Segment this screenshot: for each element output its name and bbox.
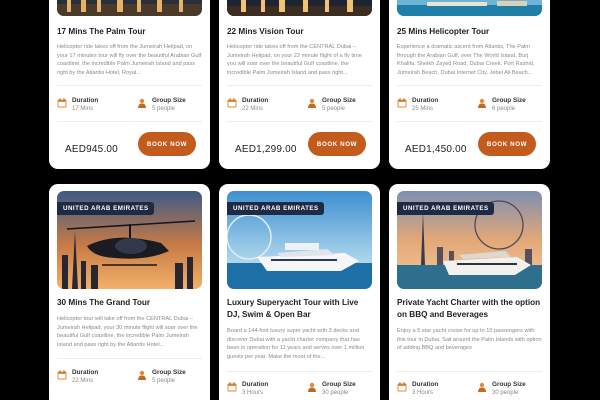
- divider: [227, 121, 372, 122]
- group-size-info: Group Size 5 people: [137, 97, 207, 117]
- duration-value: 25 Mins: [412, 106, 434, 112]
- tour-card[interactable]: 17 Mins The Palm Tour Helicopter ride ta…: [49, 0, 210, 169]
- tour-image[interactable]: UNITED ARAB EMIRATES: [227, 191, 372, 289]
- tour-image[interactable]: UNITED ARAB EMIRATES: [397, 191, 542, 289]
- tour-title[interactable]: Private Yacht Charter with the option on…: [397, 297, 542, 321]
- duration-info: Duration 25 Mins: [397, 97, 467, 117]
- tour-image[interactable]: [57, 0, 202, 16]
- tour-description: Helicopter ride takes off from the Jumei…: [57, 44, 202, 76]
- location-badge: UNITED ARAB EMIRATES: [57, 202, 154, 215]
- tour-description: Helicopter ride takes off from the CENTR…: [227, 44, 362, 76]
- divider: [397, 371, 542, 372]
- calendar-icon: [397, 98, 407, 108]
- divider: [397, 85, 542, 86]
- calendar-icon: [227, 98, 237, 108]
- group-icon: [307, 382, 317, 392]
- duration-info: Duration 17 Mins: [57, 97, 127, 117]
- duration-label: Duration: [72, 369, 99, 376]
- tour-description: Experience a dramatic ascent from Atlant…: [397, 44, 535, 76]
- group-icon: [137, 98, 147, 108]
- tour-card[interactable]: 25 Mins Helicopter Tour Experience a dra…: [389, 0, 550, 169]
- tour-price: AED945.00: [65, 144, 118, 155]
- divider: [227, 85, 372, 86]
- group-size-info: Group Size 30 people: [477, 381, 547, 400]
- duration-label: Duration: [412, 381, 439, 388]
- location-badge: UNITED ARAB EMIRATES: [227, 202, 324, 215]
- divider: [397, 121, 542, 122]
- duration-info: Duration 22 Mins: [227, 97, 297, 117]
- group-icon: [477, 98, 487, 108]
- duration-value: 17 Mins: [72, 106, 94, 112]
- tour-description: Board a 144-foot luxury super yacht with…: [227, 328, 365, 360]
- divider: [57, 358, 202, 359]
- duration-label: Duration: [242, 381, 269, 388]
- tour-price: AED1,299.00: [235, 144, 297, 155]
- duration-info: Duration 3 Hours: [227, 381, 297, 400]
- tour-card[interactable]: UNITED ARAB EMIRATES Luxury Superyacht T…: [219, 184, 380, 400]
- tour-image[interactable]: UNITED ARAB EMIRATES: [57, 191, 202, 289]
- tour-description: Enjoy a 5 star yacht cruise for up to 10…: [397, 328, 542, 352]
- group-size-value: 30 people: [322, 390, 349, 396]
- book-now-button[interactable]: BOOK NOW: [138, 132, 196, 156]
- tour-image[interactable]: [227, 0, 372, 16]
- calendar-icon: [397, 382, 407, 392]
- group-size-label: Group Size: [322, 97, 356, 104]
- duration-value: 22 Mins: [72, 378, 94, 384]
- duration-label: Duration: [412, 97, 439, 104]
- tour-title[interactable]: 30 Mins The Grand Tour: [57, 297, 202, 309]
- tour-description: Helicopter tour will take off from the C…: [57, 316, 198, 348]
- calendar-icon: [57, 98, 67, 108]
- group-size-label: Group Size: [492, 381, 526, 388]
- divider: [57, 121, 202, 122]
- tour-title[interactable]: 17 Mins The Palm Tour: [57, 26, 202, 38]
- group-size-info: Group Size 5 people: [307, 97, 377, 117]
- group-size-info: Group Size 30 people: [307, 381, 377, 400]
- group-icon: [307, 98, 317, 108]
- group-size-value: 30 people: [492, 390, 519, 396]
- divider: [57, 85, 202, 86]
- tour-price: AED1,450.00: [405, 144, 467, 155]
- group-icon: [137, 370, 147, 380]
- group-icon: [477, 382, 487, 392]
- group-size-label: Group Size: [322, 381, 356, 388]
- calendar-icon: [57, 370, 67, 380]
- location-badge: UNITED ARAB EMIRATES: [397, 202, 494, 215]
- duration-info: Duration 3 Hours: [397, 381, 467, 400]
- duration-value: 3 Hours: [412, 390, 434, 396]
- divider: [227, 371, 372, 372]
- tour-title[interactable]: 25 Mins Helicopter Tour: [397, 26, 542, 38]
- tour-image[interactable]: [397, 0, 542, 16]
- tour-title[interactable]: 22 Mins Vision Tour: [227, 26, 372, 38]
- book-now-button[interactable]: BOOK NOW: [478, 132, 536, 156]
- duration-label: Duration: [242, 97, 269, 104]
- group-size-value: 6 people: [492, 106, 516, 112]
- duration-label: Duration: [72, 97, 99, 104]
- group-size-label: Group Size: [152, 369, 186, 376]
- group-size-value: 5 people: [322, 106, 346, 112]
- group-size-label: Group Size: [152, 97, 186, 104]
- tour-title[interactable]: Luxury Superyacht Tour with Live DJ, Swi…: [227, 297, 372, 321]
- duration-value: 22 Mins: [242, 106, 264, 112]
- tour-card[interactable]: 22 Mins Vision Tour Helicopter ride take…: [219, 0, 380, 169]
- tour-card[interactable]: UNITED ARAB EMIRATES 30 Mins The Grand T…: [49, 184, 210, 400]
- tour-card[interactable]: UNITED ARAB EMIRATES Private Yacht Chart…: [389, 184, 550, 400]
- group-size-info: Group Size 6 people: [477, 97, 547, 117]
- duration-info: Duration 22 Mins: [57, 369, 127, 389]
- group-size-info: Group Size 5 people: [137, 369, 207, 389]
- book-now-button[interactable]: BOOK NOW: [308, 132, 366, 156]
- group-size-label: Group Size: [492, 97, 526, 104]
- group-size-value: 5 people: [152, 106, 176, 112]
- group-size-value: 5 people: [152, 378, 176, 384]
- calendar-icon: [227, 382, 237, 392]
- duration-value: 3 Hours: [242, 390, 264, 396]
